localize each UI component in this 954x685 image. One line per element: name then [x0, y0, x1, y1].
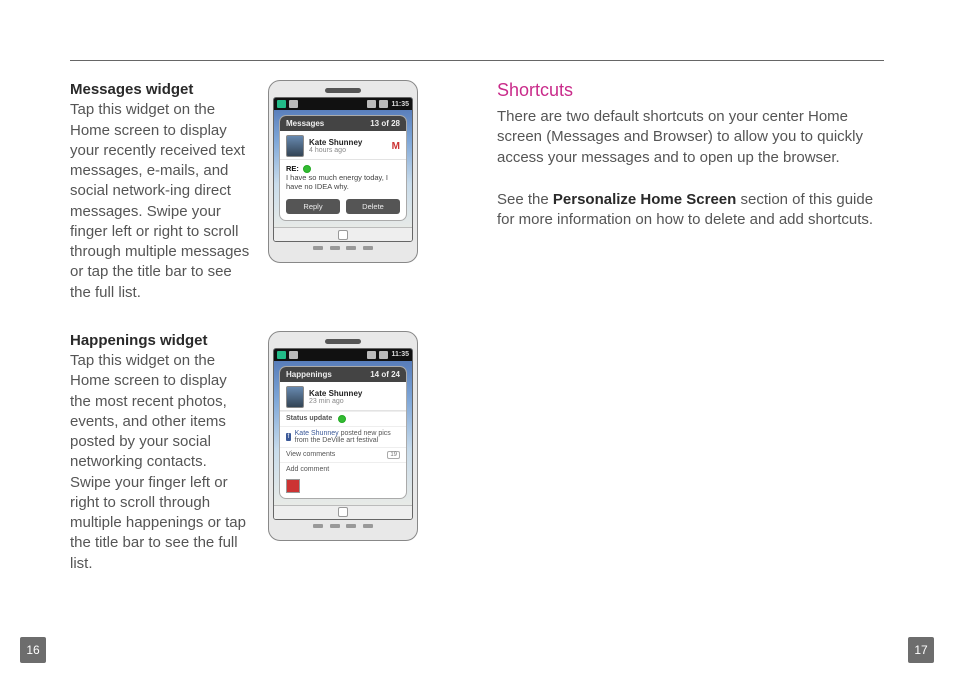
facebook-icon: f [286, 433, 291, 441]
card-title: Messages [286, 119, 324, 128]
home-bar [274, 227, 412, 241]
two-column-layout: Messages widget Tap this widget on the H… [30, 40, 924, 574]
card-titlebar: Messages 13 of 28 [280, 116, 406, 131]
home-bar [274, 505, 412, 519]
view-comments-label: View comments [286, 451, 335, 458]
document-page: Messages widget Tap this widget on the H… [0, 0, 954, 685]
avatar [286, 135, 304, 157]
carrier-icon [289, 100, 298, 108]
reply-button[interactable]: Reply [286, 199, 340, 214]
home-button-icon[interactable] [338, 230, 348, 240]
card-titlebar: Happenings 14 of 24 [280, 367, 406, 382]
status-bar: 11:35 [274, 98, 412, 110]
carrier-icon [289, 351, 298, 359]
status-update-label: Status update [286, 415, 332, 422]
messages-widget-text: Messages widget Tap this widget on the H… [70, 80, 250, 303]
status-dot-icon [303, 165, 311, 173]
page-number-left: 16 [20, 637, 46, 663]
messages-widget-heading: Messages widget [70, 81, 193, 98]
clock: 11:35 [391, 101, 409, 108]
post-user-link[interactable]: Kate Shunney [295, 430, 339, 437]
phone-earpiece [325, 339, 361, 344]
phone-screen: 11:35 Happenings 14 of 24 Kate Shunney [273, 348, 413, 520]
wifi-icon [367, 351, 376, 359]
shortcuts-body-1: There are two default shortcuts on your … [497, 107, 884, 168]
happenings-widget-body: Tap this widget on the Home screen to di… [70, 352, 246, 572]
phone-mock-messages: 11:35 Messages 13 of 28 Kate Shunney [268, 80, 418, 263]
phone-screen: 11:35 Messages 13 of 28 Kate Shunney [273, 97, 413, 242]
card-user-row: Kate Shunney 4 hours ago M [280, 131, 406, 160]
card-title: Happenings [286, 370, 332, 379]
comments-count: 19 [387, 451, 400, 459]
page-number-right: 17 [908, 637, 934, 663]
add-comment-row[interactable]: Add comment [280, 462, 406, 476]
photo-thumbnail [286, 479, 300, 493]
battery-icon [379, 100, 388, 108]
user-time: 4 hours ago [309, 147, 362, 154]
card-body: RE: I have so much energy today, I have … [280, 160, 406, 195]
hardware-buttons [313, 524, 373, 530]
user-time: 23 min ago [309, 398, 362, 405]
status-bar: 11:35 [274, 349, 412, 361]
delete-button[interactable]: Delete [346, 199, 400, 214]
body2-pre: See the [497, 191, 553, 208]
gmail-icon: M [392, 141, 400, 152]
card-counter: 14 of 24 [370, 370, 400, 379]
top-rule [70, 60, 884, 61]
subject-prefix: RE: [286, 164, 299, 173]
body2-bold: Personalize Home Screen [553, 191, 736, 208]
view-comments-row[interactable]: View comments 19 [280, 447, 406, 462]
signal-icon [277, 351, 286, 359]
status-update-row: Status update [280, 411, 406, 426]
happenings-widget-text: Happenings widget Tap this widget on the… [70, 331, 250, 574]
card-counter: 13 of 28 [370, 119, 400, 128]
happenings-card: Happenings 14 of 24 Kate Shunney 23 min … [279, 366, 407, 499]
avatar [286, 386, 304, 408]
user-name: Kate Shunney [309, 389, 362, 398]
shortcuts-heading: Shortcuts [497, 80, 884, 101]
status-dot-icon [338, 415, 346, 423]
phone-mock-happenings: 11:35 Happenings 14 of 24 Kate Shunney [268, 331, 418, 541]
card-user-row: Kate Shunney 23 min ago [280, 382, 406, 411]
happenings-widget-heading: Happenings widget [70, 332, 208, 349]
happenings-widget-section: Happenings widget Tap this widget on the… [70, 331, 457, 574]
left-column: Messages widget Tap this widget on the H… [70, 80, 457, 574]
hardware-buttons [313, 246, 373, 252]
right-column: Shortcuts There are two default shortcut… [497, 80, 884, 574]
messages-widget-section: Messages widget Tap this widget on the H… [70, 80, 457, 303]
home-button-icon[interactable] [338, 507, 348, 517]
phone-earpiece [325, 88, 361, 93]
card-buttons: Reply Delete [280, 195, 406, 220]
post-row: f Kate Shunney posted new pics from the … [280, 426, 406, 447]
wifi-icon [367, 100, 376, 108]
battery-icon [379, 351, 388, 359]
shortcuts-body-2: See the Personalize Home Screen section … [497, 190, 884, 231]
add-comment-label: Add comment [286, 466, 329, 473]
user-name: Kate Shunney [309, 138, 362, 147]
messages-card: Messages 13 of 28 Kate Shunney 4 hours a… [279, 115, 407, 221]
clock: 11:35 [391, 351, 409, 358]
message-text: I have so much energy today, I have no I… [286, 173, 388, 191]
signal-icon [277, 100, 286, 108]
messages-widget-body: Tap this widget on the Home screen to di… [70, 101, 249, 300]
